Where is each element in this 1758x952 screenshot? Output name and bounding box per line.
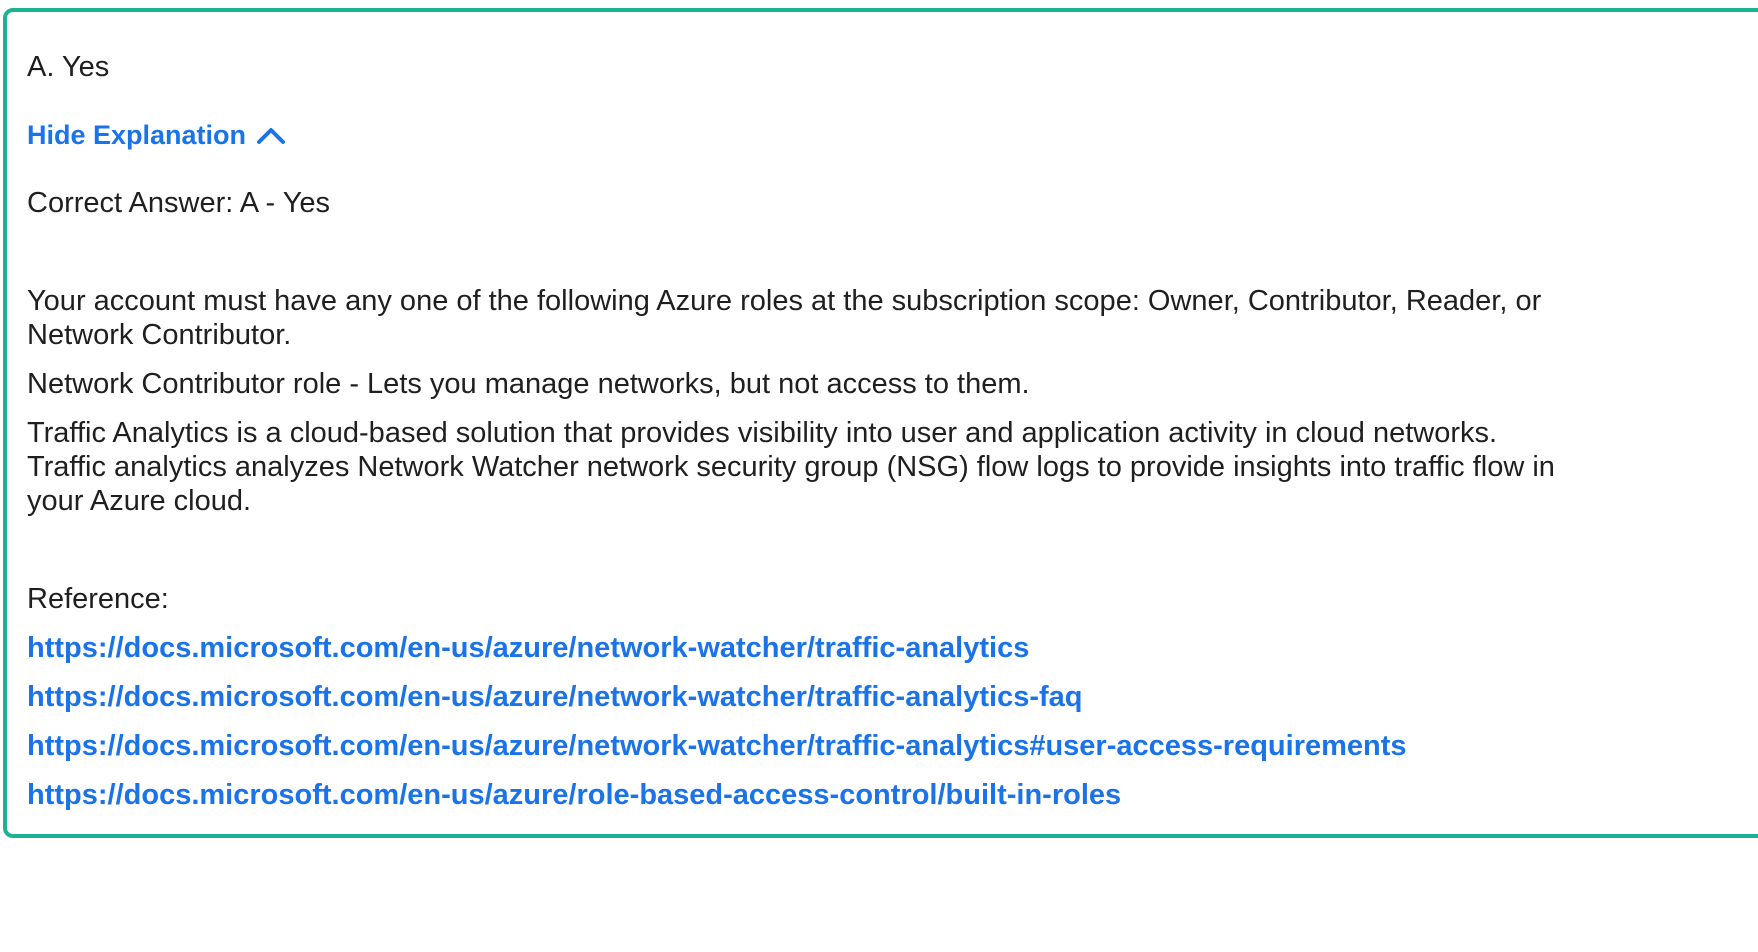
explanation-paragraph-network-contributor: Network Contributor role - Lets you mana… — [27, 368, 1030, 400]
reference-link-user-access-requirements[interactable]: https://docs.microsoft.com/en-us/azure/n… — [27, 729, 1407, 763]
reference-link-traffic-analytics[interactable]: https://docs.microsoft.com/en-us/azure/n… — [27, 631, 1029, 665]
reference-link-built-in-roles[interactable]: https://docs.microsoft.com/en-us/azure/r… — [27, 778, 1121, 812]
explanation-card: A. Yes Hide Explanation Correct Answer: … — [3, 8, 1758, 838]
selected-answer: A. Yes — [27, 51, 110, 83]
chevron-up-icon — [257, 128, 286, 144]
explanation-paragraph-roles: Your account must have any one of the fo… — [27, 285, 1542, 351]
reference-link-traffic-analytics-faq[interactable]: https://docs.microsoft.com/en-us/azure/n… — [27, 680, 1082, 714]
hide-explanation-label: Hide Explanation — [27, 120, 247, 150]
reference-label: Reference: — [27, 583, 169, 615]
correct-answer: Correct Answer: A - Yes — [27, 187, 331, 219]
hide-explanation-button[interactable]: Hide Explanation — [27, 118, 286, 152]
explanation-paragraph-traffic-analytics: Traffic Analytics is a cloud-based solut… — [27, 417, 1555, 517]
